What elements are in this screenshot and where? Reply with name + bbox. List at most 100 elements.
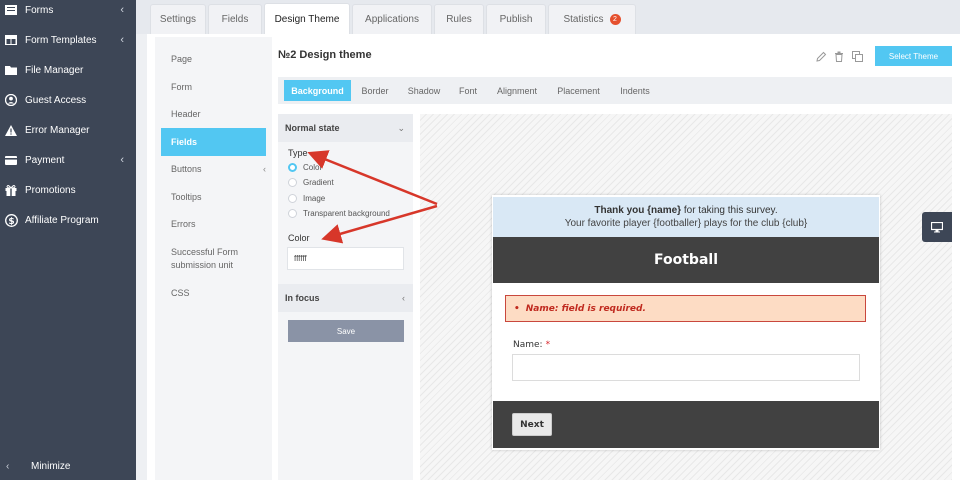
sidebar-item-label: Forms (25, 4, 54, 16)
warning-icon (4, 123, 18, 137)
radio-icon[interactable] (288, 178, 297, 187)
tab-label: Design Theme (274, 14, 340, 25)
nav-label: Page (171, 54, 193, 64)
subtab-label: Font (458, 85, 477, 96)
sidebar-item-label: Promotions (25, 184, 76, 196)
nav-item-css[interactable]: CSS (161, 287, 266, 300)
radio-label: Transparent background (303, 209, 390, 218)
chevron-down-icon: ⌄ (397, 122, 405, 133)
tab-settings[interactable]: Settings (150, 4, 206, 34)
next-button[interactable]: Next (512, 413, 552, 436)
chevron-left-icon: ‹ (120, 154, 124, 166)
type-option-image[interactable]: Image (288, 194, 325, 203)
gift-icon (4, 183, 18, 197)
bullet-icon: • (514, 303, 520, 314)
forms-icon (4, 3, 18, 17)
subtab-alignment[interactable]: Alignment (494, 80, 540, 101)
nav-label: Tooltips (171, 192, 202, 202)
subtab-indents[interactable]: Indents (616, 80, 654, 101)
thank-you-message: Thank you {name} for taking this survey.… (493, 197, 879, 237)
sidebar-item-file-manager[interactable]: File Manager (0, 55, 136, 85)
tab-label: Publish (499, 14, 533, 25)
nav-item-buttons[interactable]: Buttons ‹ (161, 163, 266, 176)
radio-checked-icon[interactable] (288, 163, 297, 172)
design-sections-nav: Page Form Header Fields Buttons ‹ Tooltip… (155, 37, 272, 480)
subtab-placement[interactable]: Placement (554, 80, 603, 101)
nav-item-form[interactable]: Form (161, 81, 266, 94)
subtab-label: Placement (557, 85, 600, 96)
sidebar-item-guest-access[interactable]: Guest Access (0, 85, 136, 115)
subtab-border[interactable]: Border (358, 80, 392, 101)
nav-item-page[interactable]: Page (161, 53, 266, 66)
template-icon (4, 33, 18, 47)
required-asterisk: * (545, 340, 551, 350)
sidebar-item-promotions[interactable]: Promotions (0, 175, 136, 205)
chevron-left-icon: ‹ (402, 293, 405, 303)
tab-applications[interactable]: Applications (352, 4, 432, 34)
tab-publish[interactable]: Publish (486, 4, 546, 34)
sidebar-item-affiliate-program[interactable]: $ Affiliate Program (0, 205, 136, 235)
color-label: Color (288, 233, 310, 243)
radio-label: Color (303, 163, 323, 172)
copy-icon[interactable] (851, 50, 863, 62)
nav-item-fields[interactable]: Fields (161, 128, 266, 156)
chevron-left-icon: ‹ (263, 164, 266, 174)
error-text: Name: field is required. (525, 303, 646, 314)
chevron-left-icon: ‹ (6, 460, 10, 472)
nav-label: Form (171, 82, 192, 92)
minimize-button[interactable]: ‹ Minimize (0, 455, 136, 477)
sidebar-item-label: Form Templates (25, 34, 97, 46)
color-field[interactable] (287, 247, 404, 270)
desktop-preview-button[interactable] (922, 212, 952, 242)
save-button[interactable]: Save (288, 320, 404, 342)
radio-icon[interactable] (288, 209, 297, 218)
normal-state-accordion[interactable]: Normal state ⌄ (278, 114, 413, 142)
subtab-font[interactable]: Font (454, 80, 482, 101)
tab-label: Fields (221, 14, 249, 25)
sidebar-item-label: Error Manager (25, 124, 90, 136)
in-focus-accordion[interactable]: In focus ‹ (278, 284, 413, 312)
nav-item-tooltips[interactable]: Tooltips (161, 191, 266, 204)
sidebar-item-label: Payment (25, 154, 65, 166)
nav-item-header[interactable]: Header (161, 108, 266, 121)
main-sidebar: Forms ‹ Form Templates ‹ File Manager Gu… (0, 0, 136, 480)
tab-statistics[interactable]: Statistics 2 (548, 4, 636, 34)
accordion-label: Normal state (285, 123, 340, 133)
name-field-label: Name: * (513, 340, 550, 350)
subtab-label: Alignment (496, 85, 538, 96)
card-icon (4, 153, 18, 167)
radio-icon[interactable] (288, 194, 297, 203)
sidebar-item-forms[interactable]: Forms ‹ (0, 0, 136, 25)
subtab-background[interactable]: Background (284, 80, 351, 101)
name-label-text: Name: (513, 340, 543, 350)
nav-label: Errors (171, 219, 196, 229)
page-title: №2 Design theme (278, 49, 372, 61)
tab-fields[interactable]: Fields (208, 4, 262, 34)
sidebar-item-error-manager[interactable]: Error Manager (0, 115, 136, 145)
nav-label: CSS (171, 288, 190, 298)
subtab-label: Background (291, 85, 344, 96)
sidebar-item-form-templates[interactable]: Form Templates ‹ (0, 25, 136, 55)
error-message: • Name: field is required. (505, 295, 866, 322)
nav-item-successful-submission[interactable]: Successful Form submission unit (161, 246, 256, 272)
radio-label: Gradient (303, 178, 334, 187)
trash-icon[interactable] (833, 50, 845, 62)
select-theme-button[interactable]: Select Theme (875, 46, 952, 66)
edit-icon[interactable] (815, 50, 827, 62)
svg-text:$: $ (8, 216, 14, 226)
type-option-color[interactable]: Color (288, 163, 322, 172)
sidebar-item-payment[interactable]: Payment ‹ (0, 145, 136, 175)
name-input[interactable] (512, 354, 860, 381)
chevron-left-icon: ‹ (120, 34, 124, 46)
radio-label: Image (303, 194, 326, 203)
monitor-icon (931, 221, 943, 232)
thanks-rest-text: for taking this survey. (681, 205, 778, 216)
type-label: Type (288, 148, 308, 158)
tab-design-theme[interactable]: Design Theme (264, 3, 350, 35)
subtab-shadow[interactable]: Shadow (404, 80, 444, 101)
nav-label: Successful Form submission unit (171, 247, 239, 270)
tab-rules[interactable]: Rules (434, 4, 484, 34)
type-option-gradient[interactable]: Gradient (288, 178, 334, 187)
type-option-transparent[interactable]: Transparent background (288, 209, 390, 218)
nav-item-errors[interactable]: Errors (161, 218, 266, 231)
